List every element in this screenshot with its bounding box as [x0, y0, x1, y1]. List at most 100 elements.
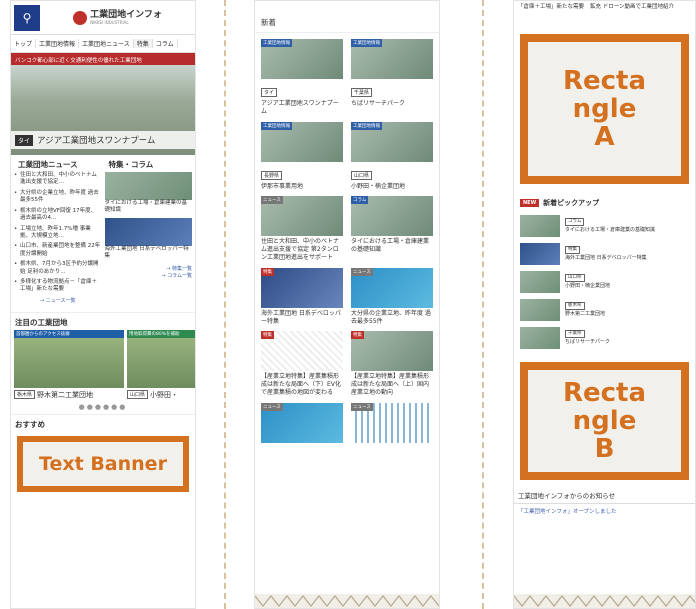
article-card[interactable]: 工業団地情報 山口県 小野田・楠企業団地	[351, 121, 433, 191]
article-thumbnail: 工業団地情報	[351, 39, 433, 79]
rectangle-b-placeholder[interactable]: Recta ngle B	[520, 362, 689, 481]
news-item[interactable]: 多様化する物流拠点－「倉庫＋工場」新たな需要	[14, 279, 102, 294]
tab-industrial-info[interactable]: 工業団地情報	[36, 39, 80, 48]
news-title: 工業団地ニュース	[18, 160, 78, 169]
article-thumbnail: ニュース	[261, 196, 343, 237]
logo-mark-icon	[73, 10, 88, 25]
article-card[interactable]: 工業団地情報 タイ アジア工業団地スワンナプーム	[261, 39, 343, 116]
article-card[interactable]: ニュース住田と大和田、中小のベトナム進出支援で協定 第2タンロン工業団地進出をサ…	[261, 196, 343, 261]
pickup-item[interactable]: 山口県 小野田・楠企業団地	[514, 268, 695, 296]
pref-tag: 千葉県	[351, 88, 373, 97]
article-caption: 小野田・楠企業団地	[351, 182, 406, 190]
site-logo[interactable]: 工業団地インフォ NIKKEI INDUSTRIAL	[40, 10, 195, 25]
top-link[interactable]: 鉱充 ドローン動画で工業団地紹介	[590, 4, 674, 11]
article-thumbnail: コラム	[351, 196, 433, 237]
article-grid: 工業団地情報 タイ アジア工業団地スワンナプーム 工業団地情報 千葉県 ちばリサーチパーク…	[255, 33, 439, 449]
logo-subtext: NIKKEI INDUSTRIAL	[90, 19, 129, 25]
category-label: 工業団地情報	[351, 121, 382, 130]
article-thumbnail: 工業団地情報	[261, 121, 343, 162]
news-item[interactable]: 工場立地、昨年1.7%増 事業拠、大規模立地…	[14, 226, 102, 241]
article-card[interactable]: 特集 【産業立地特集】産業集積形成は新たな局面へ（上）国内産業立地の動向	[351, 331, 433, 396]
pickup-title: 新着ピックアップ	[543, 199, 600, 208]
carousel[interactable]: 首都圏からのアクセス抜群 栃木県 野木第二工業団地 用地取得費の80%を補助 山口…	[11, 329, 195, 400]
feature-more-link[interactable]: → 特集一覧 → コラム一覧	[105, 265, 192, 279]
cut-edge	[255, 594, 439, 608]
pref-tag: コラム	[565, 218, 585, 227]
header: ⚲ 工業団地インフォ NIKKEI INDUSTRIAL	[11, 1, 195, 35]
search-button[interactable]: ⚲	[14, 4, 40, 31]
nav-tabs: トップ 工業団地情報 工業団地ニュース 特集 コラム	[11, 35, 195, 53]
pref-tag: 山口県	[565, 274, 585, 283]
article-card[interactable]: ニュース	[351, 402, 433, 443]
article-thumbnail: ニュース	[261, 402, 343, 443]
article-card[interactable]: 工業団地情報 千葉県 ちばリサーチパーク	[351, 39, 433, 116]
news-item[interactable]: 栃木県、7月から3区予約分譲開始 足利のあかり…	[14, 261, 102, 276]
feature-item[interactable]: タイにおける工場・倉庫建業の基礎知識	[104, 172, 192, 214]
tab-top[interactable]: トップ	[11, 39, 37, 48]
pickup-text: タイにおける工場・倉庫建業の基礎知識	[565, 227, 656, 234]
category-label: 特集	[351, 331, 364, 340]
pickup-body: 山口県 小野田・楠企業団地	[565, 274, 610, 289]
article-caption: 伊那市事業用地	[261, 182, 304, 190]
carousel-dots[interactable]: ●●●●●●	[11, 403, 195, 411]
article-card[interactable]: 特集 海外工業団地 日系デベロッパー特集	[261, 267, 343, 326]
news-list: 住田と大和田、中小のベトナム進出支援で協定… 大分県の企業立地、昨年度 過去最多5…	[14, 172, 102, 294]
category-label: 工業団地情報	[261, 121, 292, 130]
feature-caption: 海外工業団地 日系デベロッパー特集	[104, 246, 189, 260]
cut-edge	[514, 594, 695, 608]
carousel-ribbon: 首都圏からのアクセス抜群	[14, 329, 124, 338]
info-item[interactable]: 「工業団地インフォ」オープンしました	[514, 504, 695, 518]
article-card[interactable]: ニュース 大分県の企業立地、昨年度 過去最多55件	[351, 267, 433, 326]
pickup-body: 千葉県 ちばリサーチパーク	[565, 330, 610, 345]
pickup-header: NEW 新着ピックアップ	[514, 184, 695, 212]
article-card[interactable]: 特集 【産業立地特集】産業集積形成は新たな局面へ（下）EV化で産業集積の地図が変わ…	[261, 331, 343, 396]
feature-section: 特集・コラム タイにおける工場・倉庫建業の基礎知識 海外工業団地 日系デベロッパ…	[104, 155, 192, 304]
article-thumbnail: 特集	[261, 331, 343, 372]
article-caption: 住田と大和田、中小のベトナム進出支援で協定 第2タンロン工業団地進出をサポート	[261, 238, 340, 261]
pref-tag: 特集	[565, 246, 580, 255]
carousel-item[interactable]: 首都圏からのアクセス抜群 栃木県 野木第二工業団地	[14, 329, 124, 400]
pickup-list: コラム タイにおける工場・倉庫建業の基礎知識特集 海外工業団地 日系デベロッパー特集…	[514, 212, 695, 352]
article-caption: 大分県の企業立地、昨年度 過去最多55件	[351, 309, 431, 325]
carousel-caption: 野木第二工業団地	[37, 390, 94, 399]
pref-tag: 栃木県	[565, 302, 585, 311]
tab-feature[interactable]: 特集	[133, 39, 153, 48]
news-item[interactable]: 大分県の企業立地、昨年度 過去最多55件	[14, 190, 102, 205]
pickup-item[interactable]: コラム タイにおける工場・倉庫建業の基礎知識	[514, 212, 695, 240]
pref-tag: 千葉県	[565, 330, 585, 339]
tab-news[interactable]: 工業団地ニュース	[79, 39, 134, 48]
article-card[interactable]: コラム タイにおける工場・倉庫建業の基礎知識	[351, 196, 433, 261]
notable-section: 注目の工業団地 首都圏からのアクセス抜群 栃木県 野木第二工業団地 用地取得費の8…	[11, 311, 195, 411]
pickup-item[interactable]: 栃木県 野木第二工業団地	[514, 296, 695, 324]
article-caption: 海外工業団地 日系デベロッパー特集	[261, 309, 341, 325]
article-card[interactable]: 工業団地情報 長野県 伊那市事業用地	[261, 121, 343, 191]
divider-dashed	[224, 0, 226, 609]
news-item[interactable]: 住田と大和田、中小のベトナム進出支援で協定…	[14, 172, 102, 187]
hero-image[interactable]: タイ アジア工業団地スワンナプーム	[11, 65, 195, 155]
news-more-link[interactable]: → ニュース一覧	[14, 297, 102, 304]
pickup-item[interactable]: 特集 海外工業団地 日系デベロッパー特集	[514, 240, 695, 268]
feature-thumbnail	[104, 172, 192, 200]
news-item[interactable]: 山口市、新産業団地を整備 22年度分譲開始	[14, 243, 102, 258]
article-caption: タイにおける工場・倉庫建業の基礎知識	[351, 238, 430, 254]
pickup-thumbnail	[520, 271, 560, 294]
text-banner-placeholder[interactable]: Text Banner	[17, 435, 189, 492]
top-links: 「倉庫＋工場」新たな需要 鉱充 ドローン動画で工業団地紹介	[514, 1, 695, 14]
pickup-item[interactable]: 千葉県 ちばリサーチパーク	[514, 324, 695, 352]
category-label: ニュース	[261, 196, 283, 205]
carousel-item[interactable]: 用地取得費の80%を補助 山口県 小野田・	[127, 329, 195, 400]
article-caption: アジア工業団地スワンナプーム	[261, 100, 339, 115]
tab-column[interactable]: コラム	[153, 39, 178, 48]
top-link[interactable]: 「倉庫＋工場」新たな需要	[518, 4, 584, 11]
article-caption: 【産業立地特集】産業集積形成は新たな局面へ（下）EV化で産業集積の地図が変わる	[261, 373, 341, 396]
hero-title: アジア工業団地スワンナプーム	[37, 136, 156, 146]
news-item[interactable]: 栃木県の立地VF回復 17年度、過去最高の4…	[14, 208, 102, 223]
article-card[interactable]: ニュース	[261, 402, 343, 443]
promo-strip[interactable]: バンコク都心部に近く交通利便性の優れた工業団地	[11, 53, 195, 65]
carousel-image: 用地取得費の80%を補助	[127, 329, 195, 388]
rectangle-a-placeholder[interactable]: Recta ngle A	[520, 34, 689, 185]
feature-item[interactable]: 海外工業団地 日系デベロッパー特集	[104, 218, 192, 260]
pickup-body: 特集 海外工業団地 日系デベロッパー特集	[565, 246, 647, 261]
article-thumbnail: 特集	[351, 331, 433, 372]
carousel-ribbon: 用地取得費の80%を補助	[127, 329, 195, 338]
